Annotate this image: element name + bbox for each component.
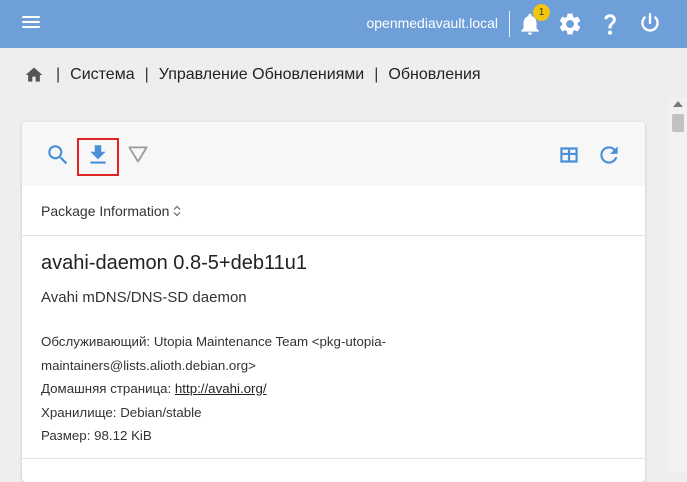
breadcrumb-item-update-management[interactable]: Управление Обновлениями xyxy=(159,66,364,84)
row-divider xyxy=(22,458,645,459)
package-meta: Обслуживающий: Utopia Maintenance Team <… xyxy=(41,330,631,448)
menu-icon[interactable] xyxy=(22,14,46,34)
card-toolbar xyxy=(22,122,645,186)
sort-icon[interactable] xyxy=(173,205,181,217)
page-scrollbar[interactable] xyxy=(669,98,687,472)
breadcrumb-separator: | xyxy=(374,66,379,83)
breadcrumb-separator: | xyxy=(144,66,149,83)
size-value: 98.12 KiB xyxy=(94,428,152,443)
updates-card: Package Information avahi-daemon 0.8-5+d… xyxy=(22,122,645,482)
scroll-up-arrow-icon[interactable] xyxy=(673,101,683,107)
breadcrumb-item-updates: Обновления xyxy=(388,66,481,83)
package-name: avahi-daemon 0.8-5+deb11u1 xyxy=(41,252,307,274)
power-icon[interactable] xyxy=(637,11,663,37)
column-header-package-information[interactable]: Package Information xyxy=(22,186,645,236)
breadcrumb-item-system[interactable]: Система xyxy=(70,66,134,84)
filter-icon[interactable] xyxy=(125,142,151,168)
gear-icon[interactable] xyxy=(557,11,583,37)
breadcrumb: | Система | Управление Обновлениями | Об… xyxy=(0,48,687,102)
maintainer-value: Utopia Maintenance Team <pkg-utopia- xyxy=(153,334,387,349)
scroll-thumb[interactable] xyxy=(672,114,684,132)
package-row[interactable]: avahi-daemon 0.8-5+deb11u1 Avahi mDNS/DN… xyxy=(41,252,631,448)
breadcrumb-separator: | xyxy=(56,66,61,83)
search-icon[interactable] xyxy=(45,142,71,168)
table-columns-icon[interactable] xyxy=(556,142,582,168)
column-header-label: Package Information xyxy=(41,202,170,219)
package-description: Avahi mDNS/DNS-SD daemon xyxy=(41,289,247,306)
home-icon[interactable] xyxy=(24,65,44,85)
maintainer-line-2: maintainers@lists.alioth.debian.org> xyxy=(41,357,256,373)
top-bar: openmediavault.local 1 xyxy=(0,0,687,48)
repository-label: Хранилище: xyxy=(41,404,121,420)
size-line: Размер: 98.12 KiB xyxy=(41,424,631,448)
homepage-link[interactable]: http://avahi.org/ xyxy=(175,381,267,396)
hostname: openmediavault.local xyxy=(366,15,498,31)
homepage-line: Домашняя страница: http://avahi.org/ xyxy=(41,377,631,401)
size-label: Размер: xyxy=(41,428,95,443)
refresh-icon[interactable] xyxy=(596,142,622,168)
maintainer-line-1: Обслуживающий: Utopia Maintenance Team <… xyxy=(41,330,631,354)
repository-value: Debian/stable xyxy=(120,404,202,420)
maintainer-label: Обслуживающий: xyxy=(41,334,154,349)
notification-badge: 1 xyxy=(533,4,550,21)
help-icon[interactable] xyxy=(597,11,623,37)
repository-line: Хранилище: Debian/stable xyxy=(41,401,631,425)
topbar-divider xyxy=(509,11,510,37)
homepage-label: Домашняя страница: xyxy=(41,381,175,396)
download-button-highlight xyxy=(77,138,119,176)
